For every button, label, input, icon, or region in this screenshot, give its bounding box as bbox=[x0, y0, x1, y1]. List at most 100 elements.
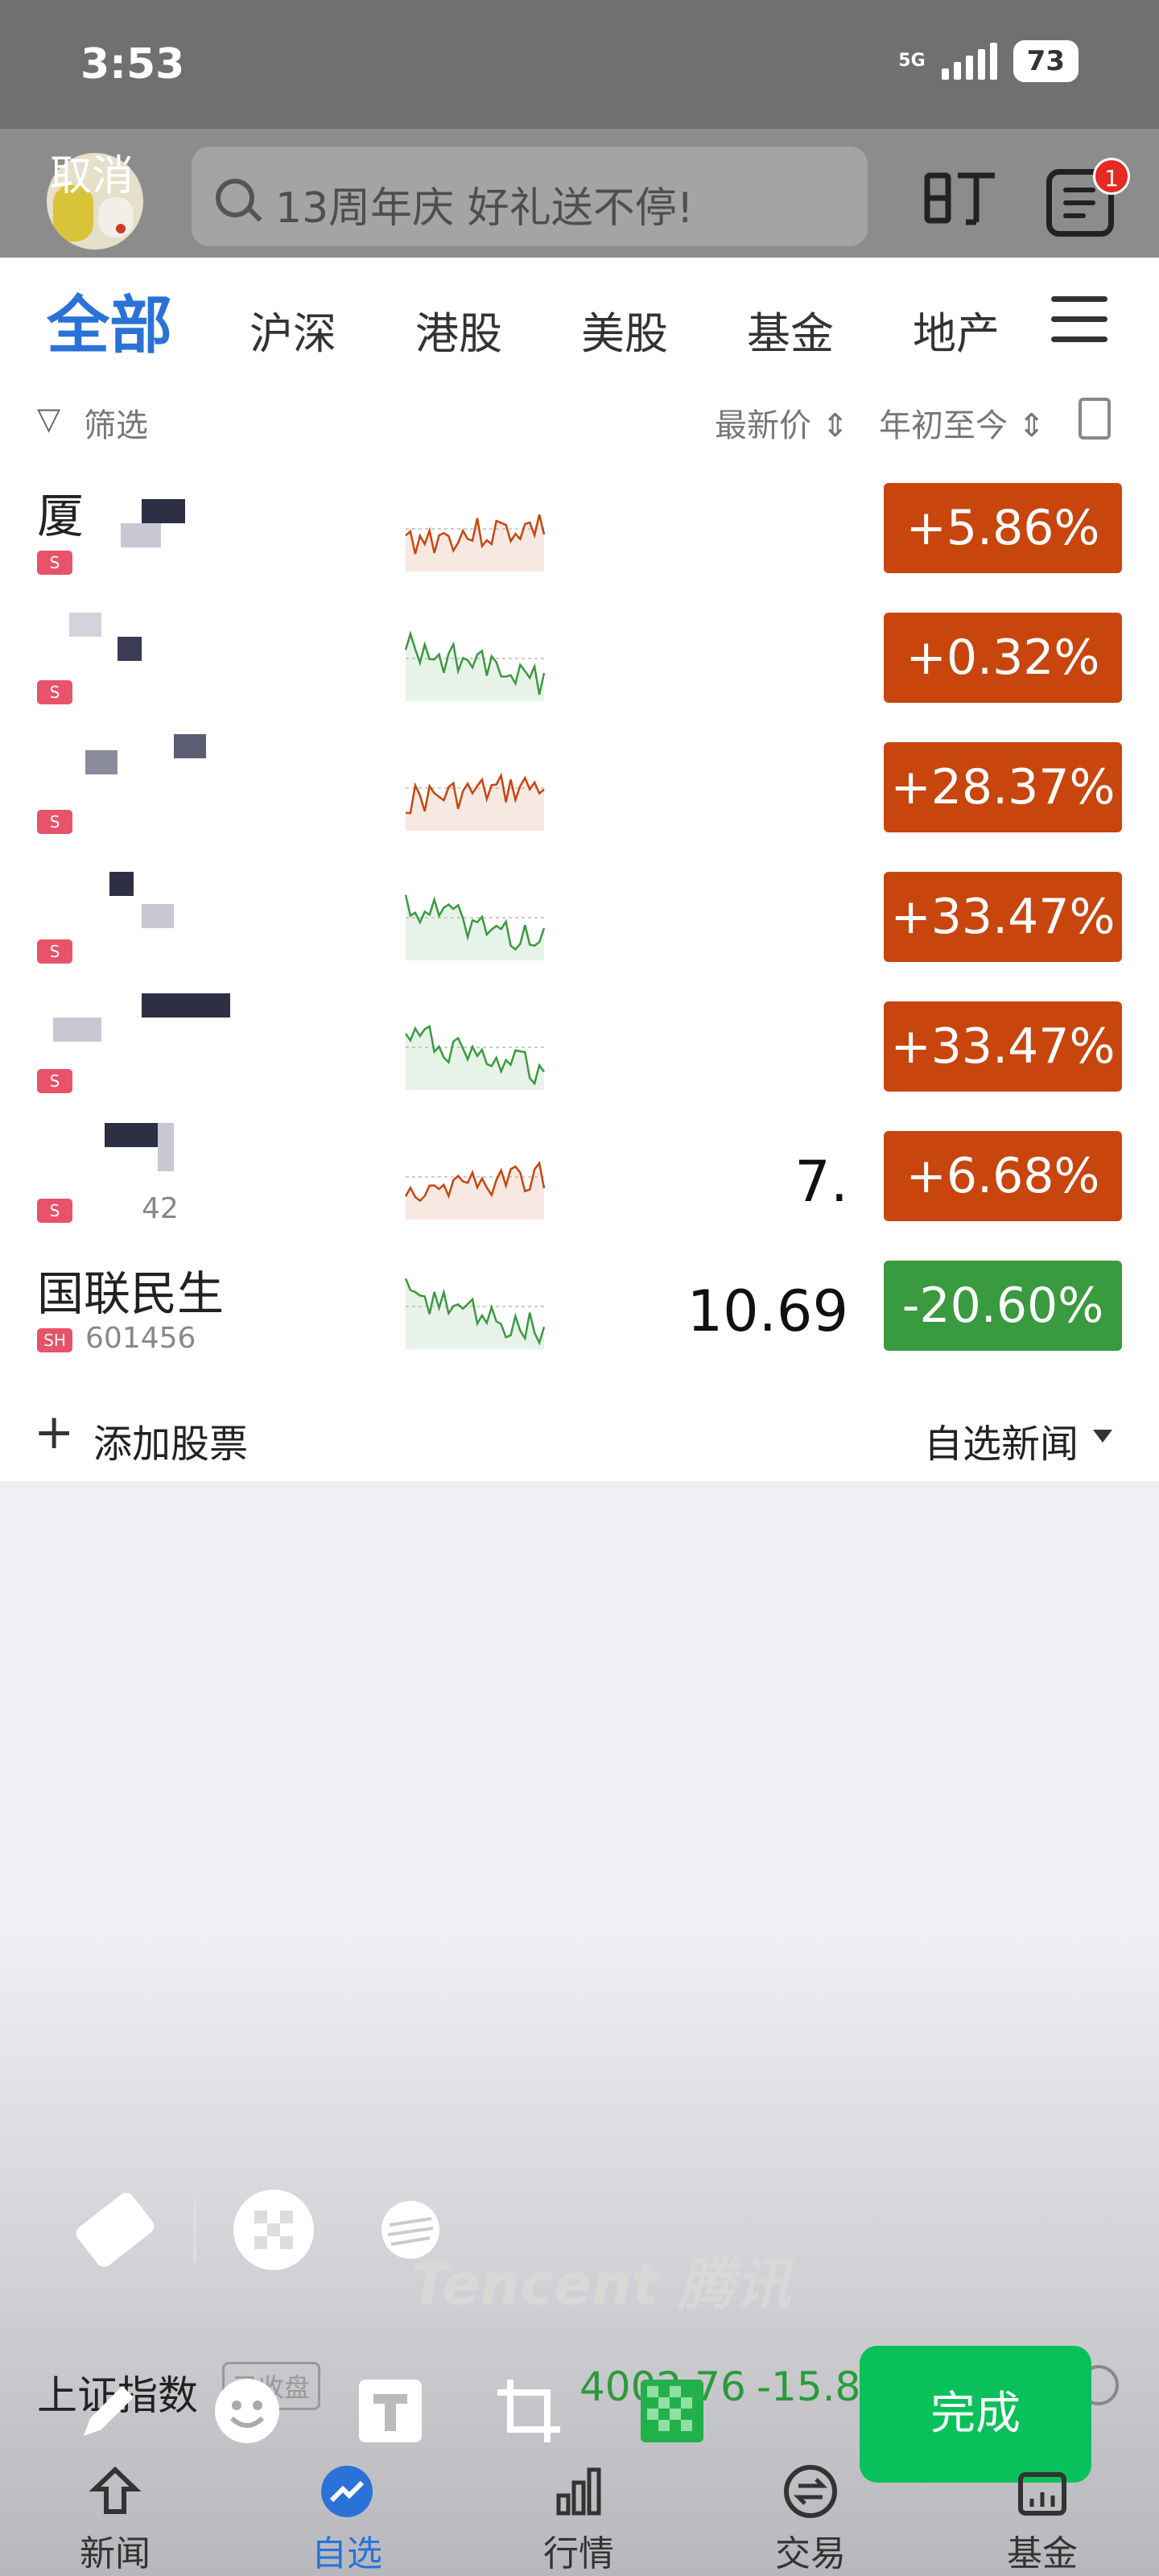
sparkline-area bbox=[406, 1026, 544, 1090]
text-tool-icon[interactable] bbox=[354, 2375, 427, 2447]
change-badge: +6.68% bbox=[884, 1131, 1122, 1221]
sparkline-chart bbox=[404, 1160, 546, 1220]
tab-all[interactable]: 全部 bbox=[47, 275, 172, 365]
pixelated-area bbox=[89, 467, 241, 597]
sparkline-area bbox=[406, 894, 544, 960]
change-badge: +28.37% bbox=[884, 742, 1122, 832]
trade-icon bbox=[784, 2465, 837, 2518]
watchlist-news-button[interactable]: 自选新闻 bbox=[924, 1412, 1079, 1468]
stock-list: 厦 S +5.86% S +0.32% S +28.37% S +33.47% … bbox=[0, 467, 1159, 1385]
sort-icon: ⇕ bbox=[821, 407, 849, 444]
stock-name: 厦 bbox=[37, 489, 85, 543]
pen-tool-icon[interactable] bbox=[72, 2375, 145, 2447]
signal-icon bbox=[941, 43, 997, 80]
market-badge: S bbox=[37, 939, 72, 964]
search-placeholder: 13周年庆 好礼送不停! bbox=[275, 184, 694, 233]
fund-icon bbox=[1018, 2472, 1066, 2516]
stock-price: 7. bbox=[794, 1149, 848, 1215]
subscribe-icon[interactable] bbox=[918, 151, 1001, 235]
tab-hk[interactable]: 港股 bbox=[415, 298, 502, 361]
filter-icon[interactable]: ▽ bbox=[37, 401, 60, 436]
pixelated-area bbox=[37, 597, 238, 726]
nav-market-label: 行情 bbox=[543, 2533, 614, 2574]
search-input[interactable]: 13周年庆 好礼送不停! bbox=[192, 147, 868, 246]
sort-price-button[interactable]: 最新价 ⇕ bbox=[715, 399, 848, 446]
pixelated-area bbox=[37, 856, 238, 985]
add-stock-button[interactable]: 添加股票 bbox=[93, 1412, 248, 1468]
status-bar: 3:53 5G 73 bbox=[0, 0, 1159, 129]
plus-icon[interactable]: + bbox=[34, 1404, 74, 1460]
stock-row[interactable]: S +33.47% bbox=[0, 985, 1159, 1115]
sparkline-chart bbox=[404, 1278, 546, 1349]
stock-row[interactable]: S +0.32% bbox=[0, 597, 1159, 726]
nav-fund-label: 基金 bbox=[1007, 2533, 1078, 2574]
filter-bar: ▽ 筛选 最新价 ⇕ 年初至今 ⇕ bbox=[0, 370, 1159, 467]
network-label: 5G bbox=[898, 51, 926, 71]
nav-news[interactable]: 新闻 bbox=[55, 2447, 175, 2576]
watermark: Tencent 腾讯 bbox=[410, 2252, 791, 2318]
stock-row[interactable]: 国联民生 SH 601456 10.69 -20.60% bbox=[0, 1245, 1159, 1374]
sparkline-chart bbox=[404, 894, 546, 960]
tab-realestate[interactable]: 地产 bbox=[913, 298, 1000, 361]
sort-ytd-button[interactable]: 年初至今 ⇕ bbox=[879, 399, 1045, 446]
nav-fund[interactable]: 基金 bbox=[982, 2447, 1103, 2576]
top-bar: 取消 13周年庆 好礼送不停! bbox=[0, 129, 1159, 258]
tab-fund[interactable]: 基金 bbox=[747, 298, 834, 361]
change-badge: +5.86% bbox=[884, 483, 1122, 573]
filter-button[interactable]: 筛选 bbox=[84, 399, 148, 446]
sparkline-chart bbox=[405, 514, 546, 572]
change-badge: +33.47% bbox=[884, 872, 1122, 962]
change-badge: +0.32% bbox=[884, 613, 1122, 703]
divider bbox=[193, 2198, 196, 2262]
emoji-tool-icon[interactable] bbox=[211, 2375, 283, 2447]
network-indicator: 5G bbox=[898, 52, 925, 70]
sort-ytd-label: 年初至今 bbox=[879, 407, 1008, 444]
status-time: 3:53 bbox=[80, 40, 185, 89]
sparkline-chart bbox=[404, 1025, 546, 1090]
tab-shsz[interactable]: 沪深 bbox=[250, 298, 336, 361]
market-badge: S bbox=[37, 1069, 72, 1093]
mosaic-tool-icon[interactable] bbox=[233, 2190, 314, 2270]
sparkline-chart bbox=[405, 772, 545, 831]
nav-trade[interactable]: 交易 bbox=[750, 2447, 871, 2576]
bottom-nav: 新闻 自选 行情 交易 基金 bbox=[0, 2447, 1159, 2576]
stock-row[interactable]: 厦 S +5.86% bbox=[0, 467, 1159, 597]
change-badge: -20.60% bbox=[884, 1261, 1122, 1351]
subscribe-glyph-icon bbox=[924, 172, 995, 225]
dropdown-icon bbox=[1093, 1430, 1112, 1443]
crop-tool-icon[interactable] bbox=[493, 2375, 565, 2447]
mosaic-active-tool-icon[interactable] bbox=[636, 2375, 708, 2447]
status-icons: 5G 73 bbox=[898, 40, 1079, 82]
menu-icon[interactable] bbox=[1051, 296, 1107, 343]
stock-row[interactable]: S +28.37% bbox=[0, 726, 1159, 856]
market-badge: S bbox=[37, 810, 72, 834]
nav-trade-label: 交易 bbox=[775, 2533, 846, 2574]
pixelated-area bbox=[37, 726, 238, 856]
market-icon bbox=[556, 2467, 601, 2516]
market-tabs: 全部 沪深 港股 美股 基金 地产 bbox=[0, 258, 1159, 370]
market-badge: S bbox=[37, 680, 72, 704]
nav-watchlist[interactable]: 自选 bbox=[287, 2447, 407, 2576]
tab-us[interactable]: 美股 bbox=[581, 298, 668, 361]
market-badge: SH bbox=[37, 1328, 72, 1352]
nav-watchlist-label: 自选 bbox=[311, 2533, 382, 2574]
stock-price: 10.69 bbox=[687, 1278, 848, 1344]
message-badge: 1 bbox=[1093, 158, 1130, 195]
add-stock-bar: + 添加股票 自选新闻 bbox=[0, 1385, 1159, 1481]
change-badge: +33.47% bbox=[884, 1001, 1122, 1092]
nav-market[interactable]: 行情 bbox=[518, 2447, 639, 2576]
copy-icon[interactable] bbox=[1079, 398, 1111, 440]
nav-news-label: 新闻 bbox=[80, 2533, 151, 2574]
battery-icon: 73 bbox=[1013, 40, 1079, 82]
market-badge: S bbox=[37, 1199, 72, 1223]
stock-row[interactable]: S 42 7. +6.68% bbox=[0, 1115, 1159, 1245]
sort-icon: ⇕ bbox=[1017, 407, 1046, 444]
pixelated-area bbox=[37, 1115, 182, 1191]
search-icon bbox=[216, 179, 254, 217]
sparkline-chart bbox=[404, 630, 546, 701]
stock-code: 601456 bbox=[85, 1322, 196, 1355]
stock-row[interactable]: S +33.47% bbox=[0, 856, 1159, 985]
sort-price-label: 最新价 bbox=[715, 407, 811, 444]
market-badge: S bbox=[37, 551, 72, 575]
cancel-button[interactable]: 取消 bbox=[50, 142, 134, 202]
